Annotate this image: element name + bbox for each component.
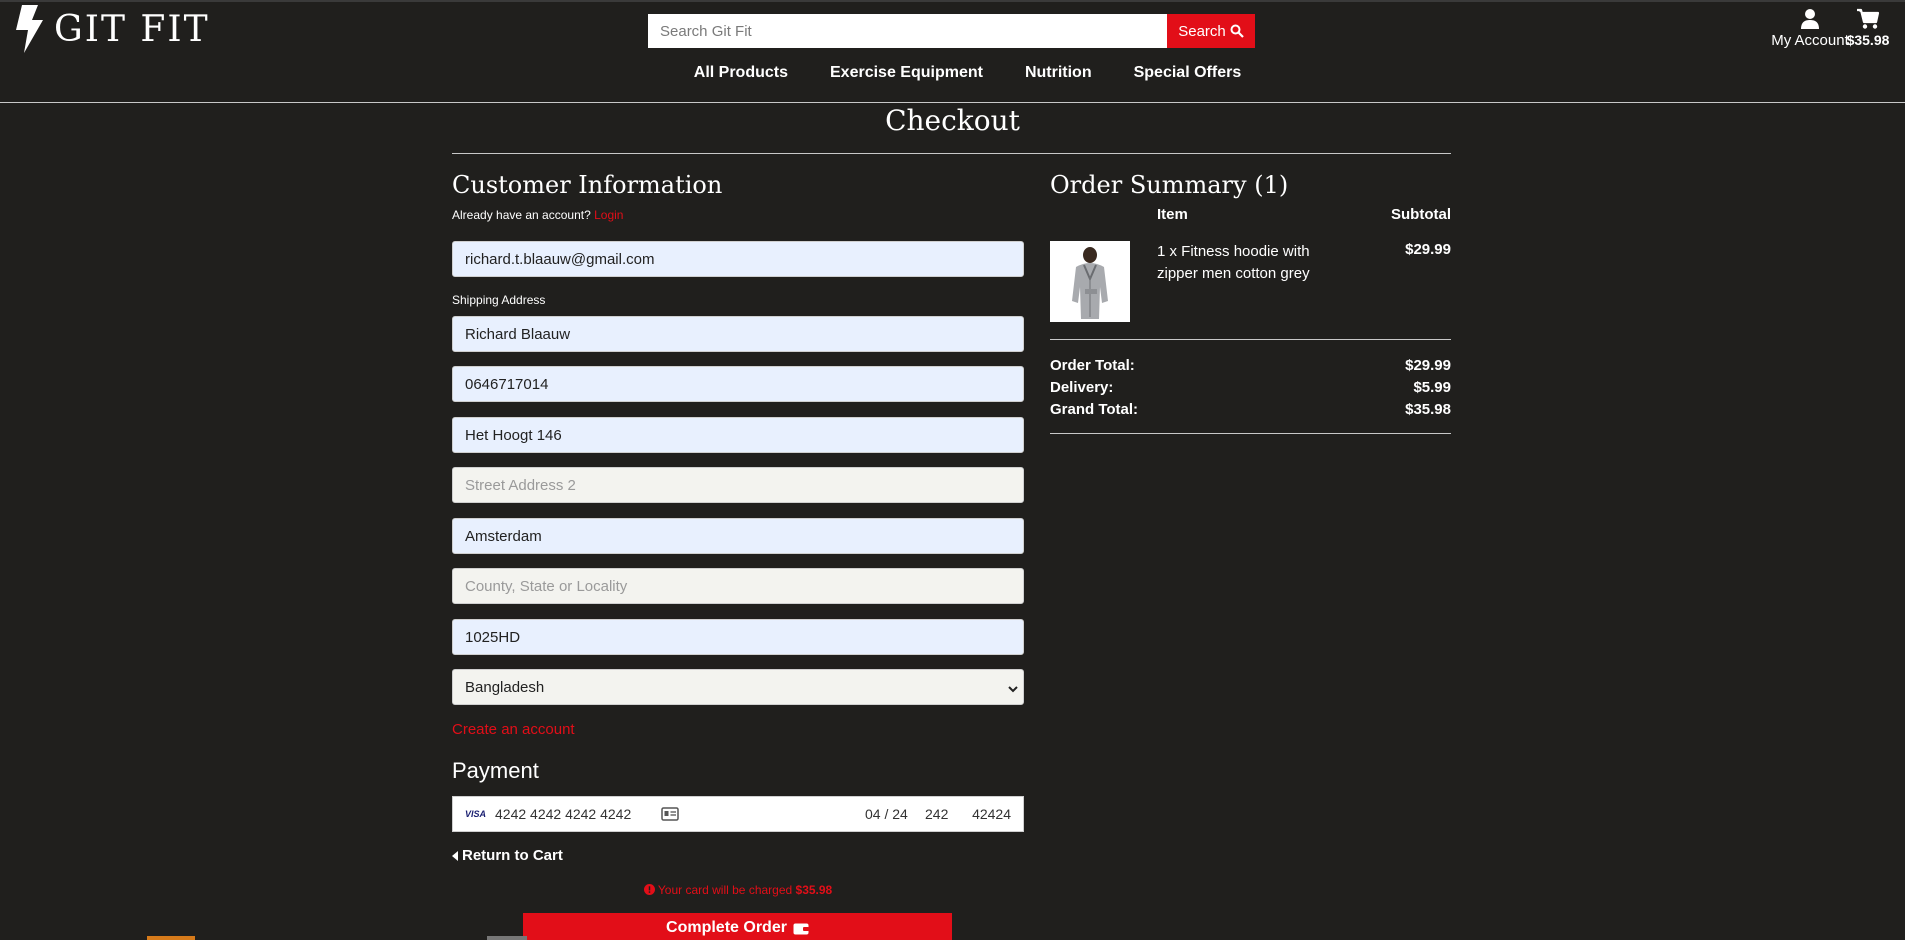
card-cvc-field[interactable]: 242 — [925, 806, 967, 822]
cart-total: $35.98 — [1846, 32, 1890, 48]
street-address-1-field[interactable] — [452, 417, 1024, 453]
nav-nutrition[interactable]: Nutrition — [1025, 64, 1092, 82]
summary-divider-bottom — [1050, 433, 1451, 434]
return-to-cart-link[interactable]: Return to Cart — [452, 847, 563, 864]
charge-amount: $35.98 — [795, 883, 833, 897]
bottom-mark-orange — [147, 936, 195, 940]
charge-notice: Your card will be charged $35.98 — [452, 883, 1024, 897]
customer-info-heading: Customer Information — [452, 171, 723, 199]
bolt-logo-icon — [16, 5, 43, 53]
login-link[interactable]: Login — [594, 208, 623, 222]
full-name-field[interactable] — [452, 316, 1024, 352]
grand-total-row: Grand Total: $35.98 — [1050, 399, 1451, 421]
search-icon — [1230, 24, 1244, 38]
search-input[interactable] — [648, 14, 1167, 48]
search-button-label: Search — [1178, 22, 1226, 40]
nav-exercise-equipment[interactable]: Exercise Equipment — [830, 64, 983, 82]
complete-order-label: Complete Order — [666, 919, 787, 936]
wallet-icon — [793, 923, 809, 934]
item-column-header: Item — [1157, 206, 1188, 223]
product-thumbnail[interactable] — [1050, 241, 1130, 322]
grand-total-label: Grand Total: — [1050, 401, 1139, 418]
exclamation-circle-icon — [643, 884, 655, 895]
search-button[interactable]: Search — [1167, 14, 1255, 48]
complete-order-button[interactable]: Complete Order — [523, 913, 952, 940]
header-divider — [0, 102, 1905, 103]
title-divider — [452, 153, 1451, 154]
bottom-mark-grey — [487, 936, 527, 940]
return-to-cart-label: Return to Cart — [462, 847, 563, 864]
email-field[interactable] — [452, 241, 1024, 277]
cart-link[interactable]: $35.98 — [1838, 8, 1898, 48]
main-nav: All Products Exercise Equipment Nutritio… — [0, 64, 1905, 82]
top-border — [0, 0, 1905, 2]
card-zip-field[interactable]: 42424 — [967, 806, 1011, 822]
order-total-value: $29.99 — [1405, 357, 1451, 374]
order-summary-heading: Order Summary (1) — [1050, 171, 1289, 199]
country-select[interactable]: Bangladesh — [452, 669, 1024, 705]
subtotal-column-header: Subtotal — [1391, 206, 1451, 223]
nav-special-offers[interactable]: Special Offers — [1134, 64, 1242, 82]
id-card-icon — [661, 807, 679, 821]
brand-name: GIT FIT — [54, 8, 210, 50]
county-field[interactable] — [452, 568, 1024, 604]
visa-icon: VISA — [465, 809, 487, 819]
login-prompt: Already have an account? Login — [452, 208, 1024, 222]
card-number-field[interactable]: 4242 4242 4242 4242 — [495, 806, 655, 822]
product-subtotal: $29.99 — [1405, 241, 1451, 258]
user-icon — [1801, 9, 1819, 29]
delivery-value: $5.99 — [1413, 379, 1451, 396]
summary-divider-top — [1050, 339, 1451, 340]
card-expiry-field[interactable]: 04 / 24 — [865, 806, 925, 822]
order-totals: Order Total: $29.99 Delivery: $5.99 Gran… — [1050, 355, 1451, 421]
cart-icon — [1857, 8, 1880, 29]
brand-logo[interactable]: GIT FIT — [12, 4, 210, 54]
caret-left-icon — [452, 850, 458, 861]
grand-total-value: $35.98 — [1405, 401, 1451, 418]
order-summary-section: Order Summary (1) — [1050, 170, 1451, 200]
town-field[interactable] — [452, 518, 1024, 554]
nav-all-products[interactable]: All Products — [694, 64, 788, 82]
order-total-label: Order Total: — [1050, 357, 1135, 374]
order-total-row: Order Total: $29.99 — [1050, 355, 1451, 377]
postcode-field[interactable] — [452, 619, 1024, 655]
customer-info-section: Customer Information Already have an acc… — [452, 170, 1024, 222]
already-account-text: Already have an account? — [452, 208, 591, 222]
create-account-link[interactable]: Create an account — [452, 721, 575, 738]
phone-field[interactable] — [452, 366, 1024, 402]
product-description: 1 x Fitness hoodie with zipper men cotto… — [1157, 243, 1310, 282]
hoodie-product-image — [1050, 241, 1130, 322]
shipping-address-label: Shipping Address — [452, 293, 546, 307]
payment-heading: Payment — [452, 758, 539, 783]
street-address-2-field[interactable] — [452, 467, 1024, 503]
search-bar: Search — [648, 14, 1255, 48]
page-title: Checkout — [885, 104, 1020, 137]
charge-text: Your card will be charged — [657, 883, 793, 897]
delivery-label: Delivery: — [1050, 379, 1114, 396]
delivery-row: Delivery: $5.99 — [1050, 377, 1451, 399]
card-element[interactable]: VISA 4242 4242 4242 4242 04 / 24 242 424… — [452, 796, 1024, 832]
